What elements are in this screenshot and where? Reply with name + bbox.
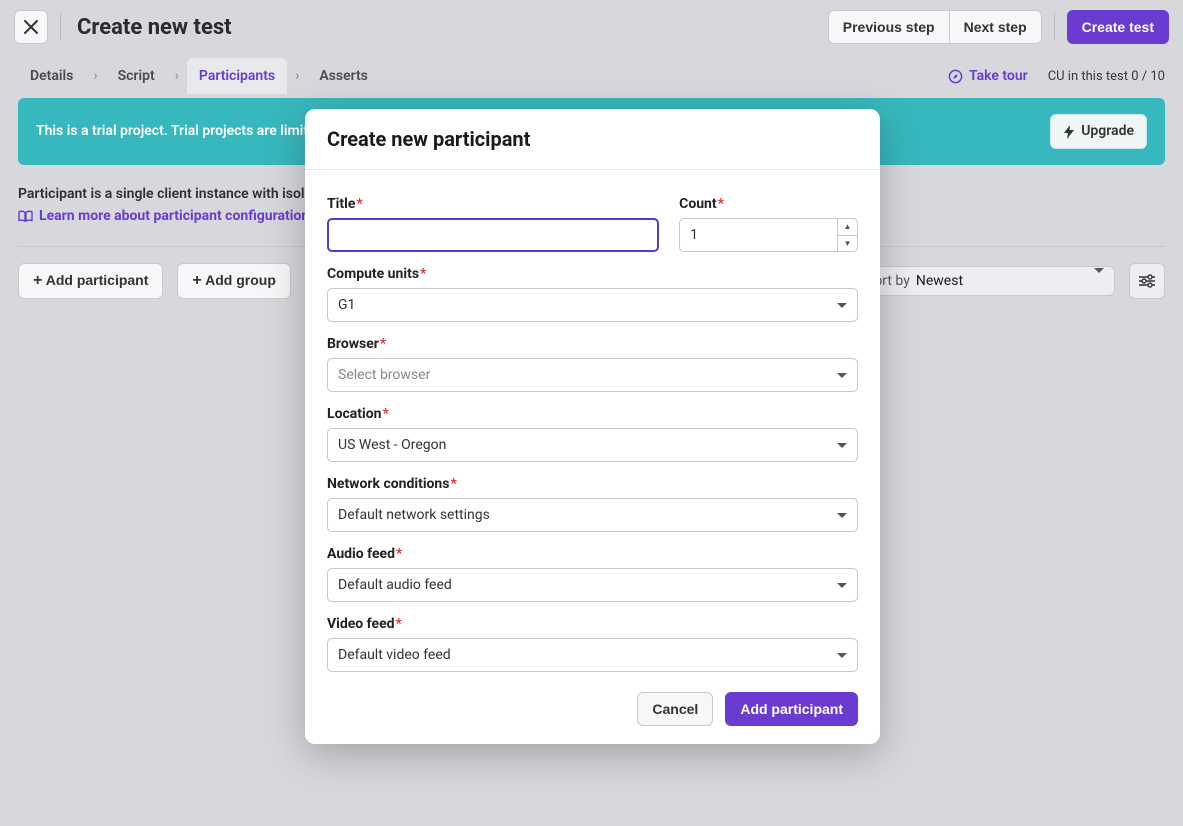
browser-select[interactable]: Select browser <box>327 358 858 392</box>
create-participant-modal: Create new participant Title* Count* 1 ▲… <box>305 109 880 744</box>
title-input[interactable] <box>327 218 659 252</box>
video-select[interactable]: Default video feed <box>327 638 858 672</box>
cancel-button[interactable]: Cancel <box>637 692 713 726</box>
chevron-down-icon <box>837 583 847 588</box>
network-label: Network conditions* <box>327 476 858 492</box>
chevron-down-icon <box>837 303 847 308</box>
location-label: Location* <box>327 406 858 422</box>
modal-add-participant-button[interactable]: Add participant <box>725 692 858 726</box>
modal-title: Create new participant <box>305 109 880 170</box>
title-label: Title* <box>327 196 659 212</box>
video-label: Video feed* <box>327 616 858 632</box>
audio-value: Default audio feed <box>338 577 452 593</box>
video-value: Default video feed <box>338 647 451 663</box>
compute-value: G1 <box>338 297 355 313</box>
location-value: US West - Oregon <box>338 437 446 453</box>
network-select[interactable]: Default network settings <box>327 498 858 532</box>
chevron-down-icon <box>837 513 847 518</box>
network-value: Default network settings <box>338 507 490 523</box>
modal-overlay: Create new participant Title* Count* 1 ▲… <box>0 0 1183 826</box>
audio-label: Audio feed* <box>327 546 858 562</box>
browser-placeholder: Select browser <box>338 367 430 383</box>
location-select[interactable]: US West - Oregon <box>327 428 858 462</box>
audio-select[interactable]: Default audio feed <box>327 568 858 602</box>
count-increment[interactable]: ▲ <box>838 219 857 236</box>
count-stepper[interactable]: 1 ▲ ▼ <box>679 218 858 252</box>
chevron-down-icon <box>837 443 847 448</box>
chevron-down-icon <box>837 653 847 658</box>
compute-select[interactable]: G1 <box>327 288 858 322</box>
count-decrement[interactable]: ▼ <box>838 236 857 252</box>
count-input[interactable]: 1 <box>679 218 838 252</box>
compute-label: Compute units* <box>327 266 858 282</box>
browser-label: Browser* <box>327 336 858 352</box>
chevron-down-icon <box>837 373 847 378</box>
count-label: Count* <box>679 196 858 212</box>
